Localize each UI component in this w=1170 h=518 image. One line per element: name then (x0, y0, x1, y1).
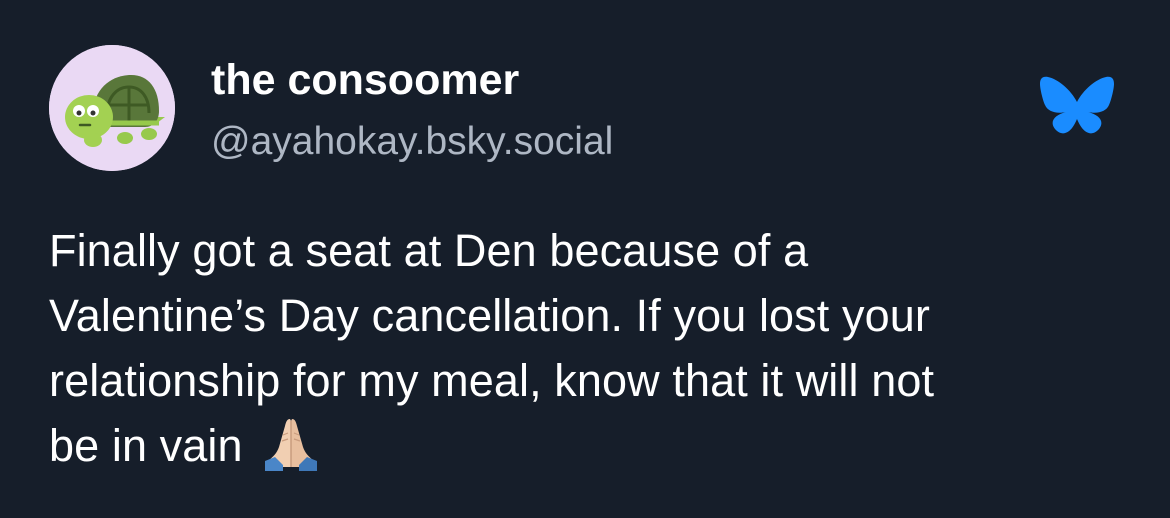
post-text-line: Finally got a seat at Den because of a (49, 225, 809, 276)
post-text-line: relationship for my meal, know that it w… (49, 355, 935, 406)
folded-hands-icon (264, 419, 317, 472)
bluesky-butterfly-icon (1040, 76, 1114, 134)
post-text-last-line: be in vain (49, 413, 1129, 478)
author-handle[interactable]: @ayahokay.bsky.social (211, 120, 613, 164)
post-text-line: Valentine’s Day cancellation. If you los… (49, 290, 930, 341)
bluesky-logo (1040, 74, 1114, 140)
post-body: Finally got a seat at Den because of a V… (49, 218, 1129, 478)
post-text-line: be in vain (49, 420, 243, 471)
avatar[interactable] (49, 45, 175, 171)
folded-hands-emoji (261, 413, 321, 473)
turtle-icon (49, 45, 175, 171)
post-card: the consoomer @ayahokay.bsky.social Fina… (0, 0, 1170, 518)
author-display-name[interactable]: the consoomer (211, 56, 519, 104)
